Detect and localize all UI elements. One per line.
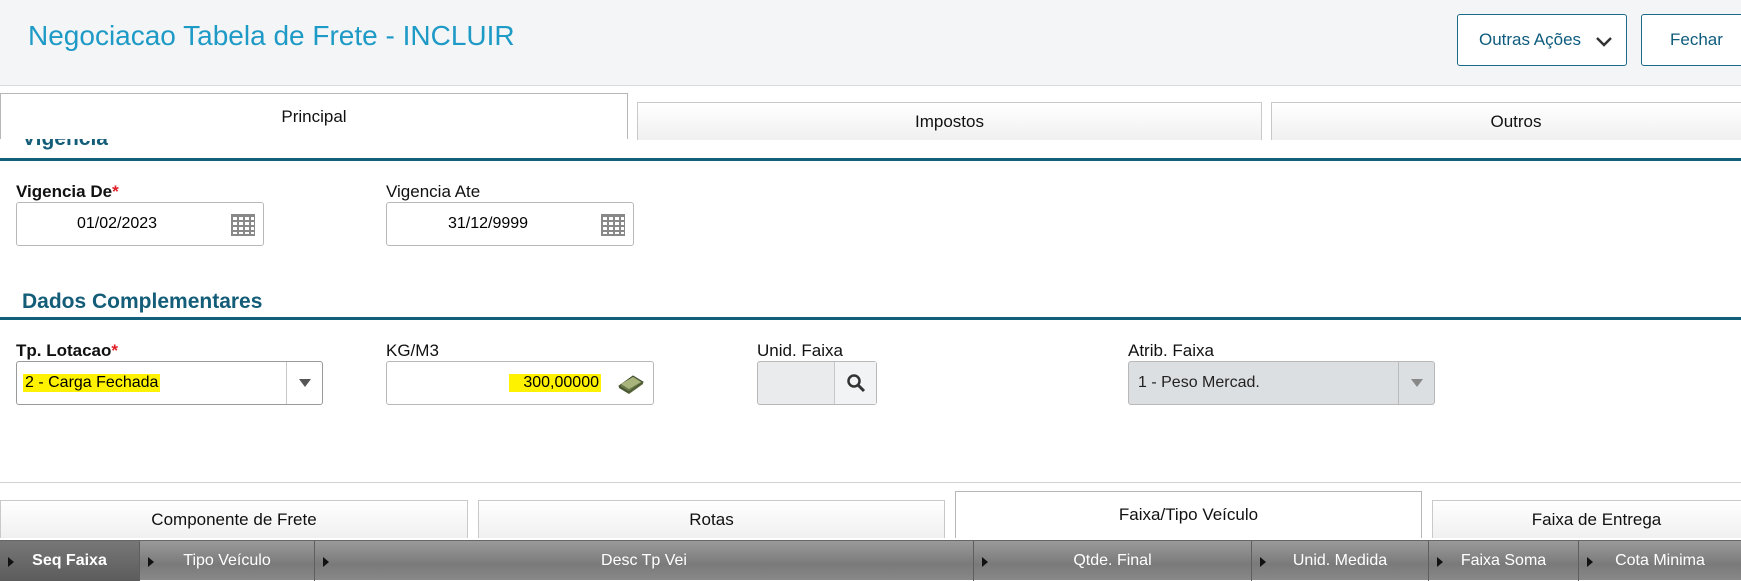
section-divider: [0, 482, 1741, 483]
section-title-dados-complementares: Dados Complementares: [22, 290, 263, 313]
column-label: Tipo Veículo: [183, 552, 271, 569]
tp-lotacao-label: Tp. Lotacao*: [16, 341, 118, 361]
calendar-icon[interactable]: [231, 214, 255, 236]
column-qtde-final[interactable]: Qtde. Final: [973, 541, 1251, 581]
tab-impostos[interactable]: Impostos: [637, 102, 1262, 140]
grid-header: Seq Faixa Tipo Veículo Desc Tp Vei Qtde.…: [0, 540, 1741, 581]
column-faixa-soma[interactable]: Faixa Soma: [1428, 541, 1578, 581]
dropdown-arrow-icon[interactable]: [1398, 362, 1434, 404]
column-label: Desc Tp Vei: [601, 552, 687, 569]
outras-acoes-label: Outras Ações: [1478, 30, 1582, 49]
atrib-faixa-label: Atrib. Faixa: [1128, 341, 1214, 360]
required-mark: *: [112, 182, 119, 201]
vigencia-de-value: 01/02/2023: [77, 215, 158, 232]
tp-lotacao-select[interactable]: 2 - Carga Fechada: [16, 361, 323, 405]
calendar-icon[interactable]: [601, 214, 625, 236]
vigencia-de-label-text: Vigencia De: [16, 182, 113, 201]
vigencia-de-label: Vigencia De*: [16, 182, 119, 202]
unid-faixa-label: Unid. Faixa: [757, 341, 843, 360]
tab-componente-de-frete[interactable]: Componente de Frete: [0, 500, 468, 538]
tab-outros[interactable]: Outros: [1271, 102, 1741, 140]
column-tipo-veiculo[interactable]: Tipo Veículo: [139, 541, 314, 581]
tp-lotacao-value: 2 - Carga Fechada: [23, 374, 161, 392]
chevron-down-icon: [1596, 37, 1612, 47]
search-button[interactable]: [834, 362, 876, 404]
kgm3-label: KG/M3: [386, 341, 439, 360]
tab-faixa-de-entrega[interactable]: Faixa de Entrega: [1432, 500, 1741, 538]
column-label: Seq Faixa: [32, 552, 107, 569]
section-divider: [0, 158, 1741, 161]
section-title-vigencia: Vigencia: [22, 139, 108, 151]
vigencia-ate-value: 31/12/9999: [448, 215, 529, 232]
kgm3-field[interactable]: 300,00000: [386, 361, 654, 405]
dropdown-arrow-icon[interactable]: [286, 362, 322, 404]
column-label: Faixa Soma: [1460, 552, 1547, 569]
top-bar: Negociacao Tabela de Frete - INCLUIR Out…: [0, 0, 1741, 86]
vigencia-de-field[interactable]: 01/02/2023: [16, 202, 264, 246]
tp-lotacao-label-text: Tp. Lotacao: [16, 341, 112, 360]
vigencia-ate-label: Vigencia Ate: [386, 182, 481, 201]
column-label: Unid. Medida: [1292, 552, 1388, 569]
tab-rotas[interactable]: Rotas: [478, 500, 945, 538]
column-seq-faixa[interactable]: Seq Faixa: [0, 541, 139, 581]
unid-faixa-field[interactable]: [757, 361, 877, 405]
tab-faixa-tipo-veiculo[interactable]: Faixa/Tipo Veículo: [955, 491, 1422, 538]
column-label: Cota Minima: [1615, 552, 1705, 569]
search-icon: [846, 374, 865, 393]
page-title: Negociacao Tabela de Frete - INCLUIR: [28, 20, 515, 51]
outras-acoes-button[interactable]: Outras Ações: [1457, 14, 1627, 66]
fechar-button[interactable]: Fechar: [1641, 14, 1741, 66]
money-icon[interactable]: [617, 374, 645, 394]
atrib-faixa-select[interactable]: 1 - Peso Mercad.: [1128, 361, 1435, 405]
tab-principal[interactable]: Principal: [0, 93, 628, 139]
atrib-faixa-value: 1 - Peso Mercad.: [1138, 374, 1260, 391]
vigencia-ate-field[interactable]: 31/12/9999: [386, 202, 634, 246]
column-cota-minima[interactable]: Cota Minima: [1578, 541, 1741, 581]
vigencia-header-clip: Vigencia: [0, 139, 1741, 159]
column-desc-tp-vei[interactable]: Desc Tp Vei: [314, 541, 973, 581]
column-unid-medida[interactable]: Unid. Medida: [1251, 541, 1428, 581]
required-mark: *: [111, 341, 119, 360]
section-divider: [0, 317, 1741, 320]
column-label: Qtde. Final: [1073, 552, 1152, 569]
kgm3-value: 300,00000: [509, 374, 601, 392]
